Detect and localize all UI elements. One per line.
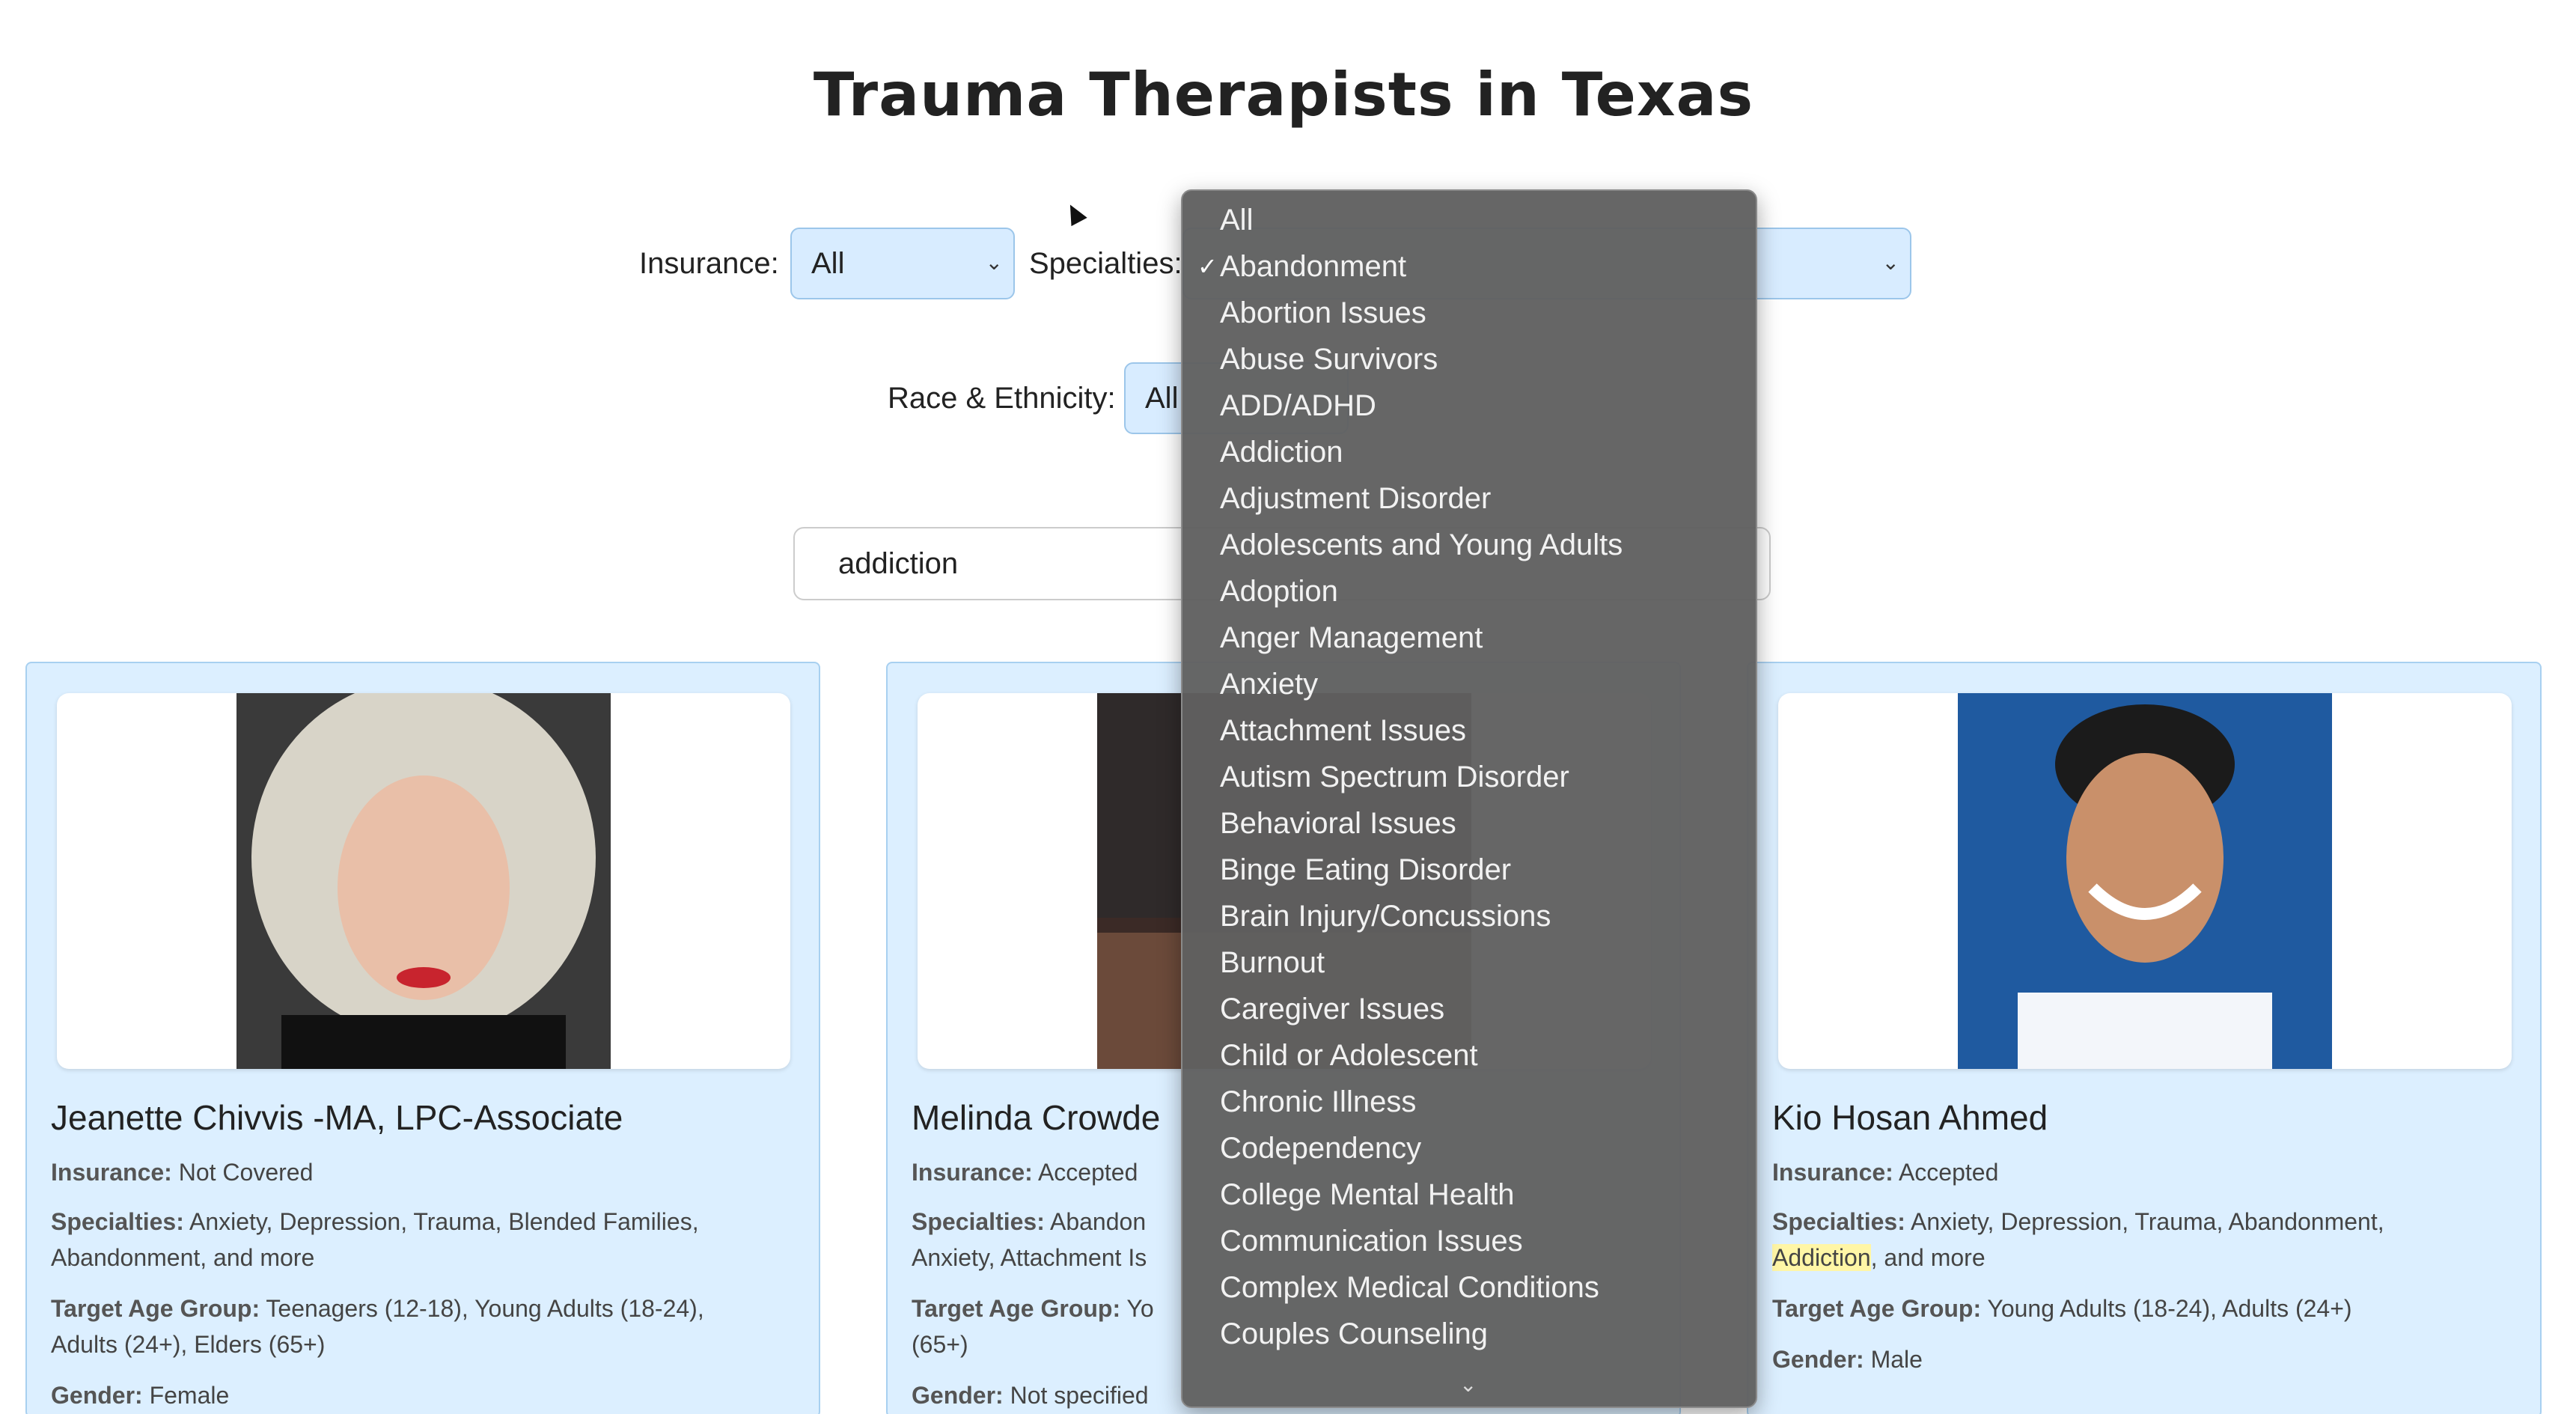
dropdown-option[interactable]: Addiction xyxy=(1220,429,1744,475)
dropdown-option[interactable]: Abandonment xyxy=(1220,243,1744,290)
therapist-photo-frame xyxy=(1778,693,2512,1069)
dropdown-option[interactable]: Anger Management xyxy=(1220,615,1744,661)
specialties-label: Specialties: xyxy=(1029,247,1182,280)
therapist-photo xyxy=(236,693,611,1069)
insurance-select[interactable]: All ⌄ xyxy=(790,228,1015,299)
dropdown-option[interactable]: Attachment Issues xyxy=(1220,707,1744,754)
dropdown-option[interactable]: Burnout xyxy=(1220,939,1744,986)
gender-row: Gender: Female xyxy=(51,1382,230,1409)
dropdown-option[interactable]: ADD/ADHD xyxy=(1220,383,1744,429)
specialties-dropdown-menu[interactable]: ⌄ All Abandonment ✓ Abortion Issues Abuse Su… xyxy=(1181,189,1757,1408)
dropdown-option[interactable]: Behavioral Issues xyxy=(1220,800,1744,847)
age-group-row: Target Age Group: Teenagers (12-18), You… xyxy=(51,1295,704,1358)
dropdown-option[interactable]: All xyxy=(1220,197,1744,243)
therapist-card[interactable]: Kio Hosan Ahmed Insurance: Accepted Spec… xyxy=(1747,662,2542,1414)
gender-row: Gender: Male xyxy=(1772,1346,1923,1373)
dropdown-option[interactable]: Codependency xyxy=(1220,1125,1744,1171)
dropdown-option[interactable]: Complex Medical Conditions xyxy=(1220,1264,1744,1311)
insurance-select-value: All xyxy=(811,246,845,280)
dropdown-option[interactable]: Abortion Issues xyxy=(1220,290,1744,336)
checkmark-icon: ✓ xyxy=(1197,252,1218,281)
race-ethnicity-label: Race & Ethnicity: xyxy=(888,382,1116,415)
insurance-label: Insurance: xyxy=(639,247,779,280)
age-group-row: Target Age Group: Young Adults (18-24), … xyxy=(1772,1295,2352,1322)
dropdown-option[interactable]: Autism Spectrum Disorder xyxy=(1220,754,1744,800)
dropdown-option[interactable]: Child or Adolescent xyxy=(1220,1032,1744,1079)
specialties-row: Specialties: Anxiety, Depression, Trauma… xyxy=(51,1208,699,1271)
scroll-down-chevron-icon[interactable]: ⌄ xyxy=(1459,1372,1477,1397)
therapist-photo xyxy=(1958,693,2332,1069)
search-input-value: addiction xyxy=(838,546,959,580)
dropdown-option[interactable]: Adjustment Disorder xyxy=(1220,475,1744,522)
page: Trauma Therapists in Texas Insurance: Al… xyxy=(0,0,2576,1414)
therapist-name[interactable]: Kio Hosan Ahmed xyxy=(1772,1097,2521,1138)
therapist-card[interactable]: Jeanette Chivvis -MA, LPC-Associate Insu… xyxy=(25,662,820,1414)
dropdown-option[interactable]: Brain Injury/Concussions xyxy=(1220,893,1744,939)
dropdown-option[interactable]: Adolescents and Young Adults xyxy=(1220,522,1744,568)
dropdown-option[interactable]: Couples Counseling xyxy=(1220,1311,1744,1357)
chevron-down-icon: ⌄ xyxy=(985,251,1003,274)
dropdown-option[interactable]: Chronic Illness xyxy=(1220,1079,1744,1125)
specialties-row: Specialties: Anxiety, Depression, Trauma… xyxy=(1772,1208,2384,1271)
dropdown-option[interactable]: Caregiver Issues xyxy=(1220,986,1744,1032)
mouse-cursor-icon xyxy=(1062,200,1087,227)
insurance-row: Insurance: Accepted xyxy=(1772,1159,1999,1186)
therapist-name[interactable]: Jeanette Chivvis -MA, LPC-Associate xyxy=(51,1097,799,1138)
dropdown-option[interactable]: Abuse Survivors xyxy=(1220,336,1744,383)
dropdown-option[interactable]: Communication Issues xyxy=(1220,1218,1744,1264)
page-title: Trauma Therapists in Texas xyxy=(813,60,1754,129)
dropdown-option[interactable]: Adoption xyxy=(1220,568,1744,615)
therapist-photo-frame xyxy=(57,693,790,1069)
dropdown-option[interactable]: College Mental Health xyxy=(1220,1171,1744,1218)
search-highlight: Addiction xyxy=(1772,1244,1871,1271)
insurance-row: Insurance: Not Covered xyxy=(51,1159,314,1186)
dropdown-option[interactable]: Anxiety xyxy=(1220,661,1744,707)
race-ethnicity-select-value: All xyxy=(1145,381,1179,415)
chevron-down-icon: ⌄ xyxy=(1881,251,1899,274)
dropdown-option[interactable]: Binge Eating Disorder xyxy=(1220,847,1744,893)
